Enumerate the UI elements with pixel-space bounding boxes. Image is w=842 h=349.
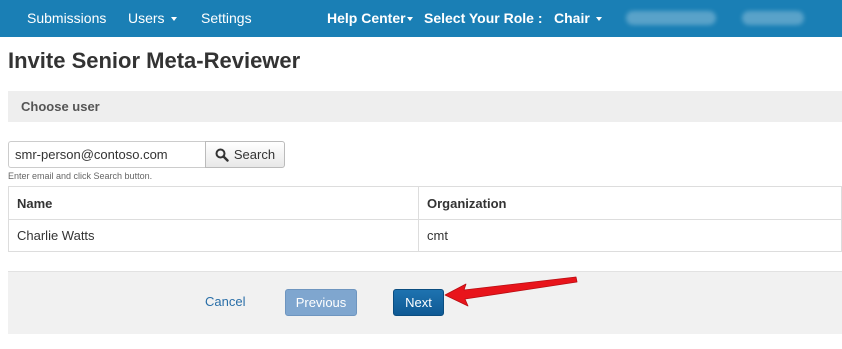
search-hint: Enter email and click Search button. (8, 171, 153, 181)
caret-down-icon (170, 17, 177, 22)
nav-settings[interactable]: Settings (201, 0, 252, 37)
section-header: Choose user (8, 91, 842, 122)
nav-users-label: Users (128, 10, 165, 26)
column-header-name: Name (8, 186, 419, 220)
email-search-input[interactable] (8, 141, 205, 168)
redacted-user-name[interactable] (626, 11, 716, 25)
role-label-text: Select Your Role : (424, 10, 543, 26)
cell-name: Charlie Watts (8, 219, 419, 252)
annotation-arrow-icon (444, 276, 578, 307)
nav-users-dropdown[interactable]: Users (128, 0, 177, 37)
table-row[interactable]: Charlie Watts cmt (8, 219, 842, 252)
search-icon (215, 148, 229, 162)
nav-submissions-label: Submissions (27, 10, 107, 26)
next-button[interactable]: Next (393, 289, 444, 316)
section-title: Choose user (21, 99, 100, 114)
column-header-organization: Organization (418, 186, 842, 220)
nav-help-center-dropdown[interactable]: Help Center (327, 0, 413, 37)
cell-organization: cmt (418, 219, 842, 252)
users-table: Name Organization Charlie Watts cmt (8, 186, 842, 252)
search-button-label: Search (233, 147, 276, 162)
role-selector-label: Select Your Role : (424, 0, 543, 37)
table-header-row: Name Organization (8, 186, 842, 220)
redacted-account-menu[interactable] (742, 11, 804, 25)
previous-button[interactable]: Previous (285, 289, 357, 316)
role-value: Chair (554, 10, 590, 26)
role-dropdown[interactable]: Chair (554, 0, 602, 37)
nav-settings-label: Settings (201, 10, 252, 26)
search-button[interactable]: Search (205, 141, 285, 168)
top-nav-bar: Submissions Users Settings Help Center S… (0, 0, 842, 37)
nav-help-center-label: Help Center (327, 10, 406, 26)
nav-submissions[interactable]: Submissions (27, 0, 106, 37)
page-title: Invite Senior Meta-Reviewer (8, 48, 301, 73)
caret-down-icon (595, 17, 602, 22)
cancel-link[interactable]: Cancel (205, 294, 245, 309)
caret-down-icon (406, 17, 413, 22)
